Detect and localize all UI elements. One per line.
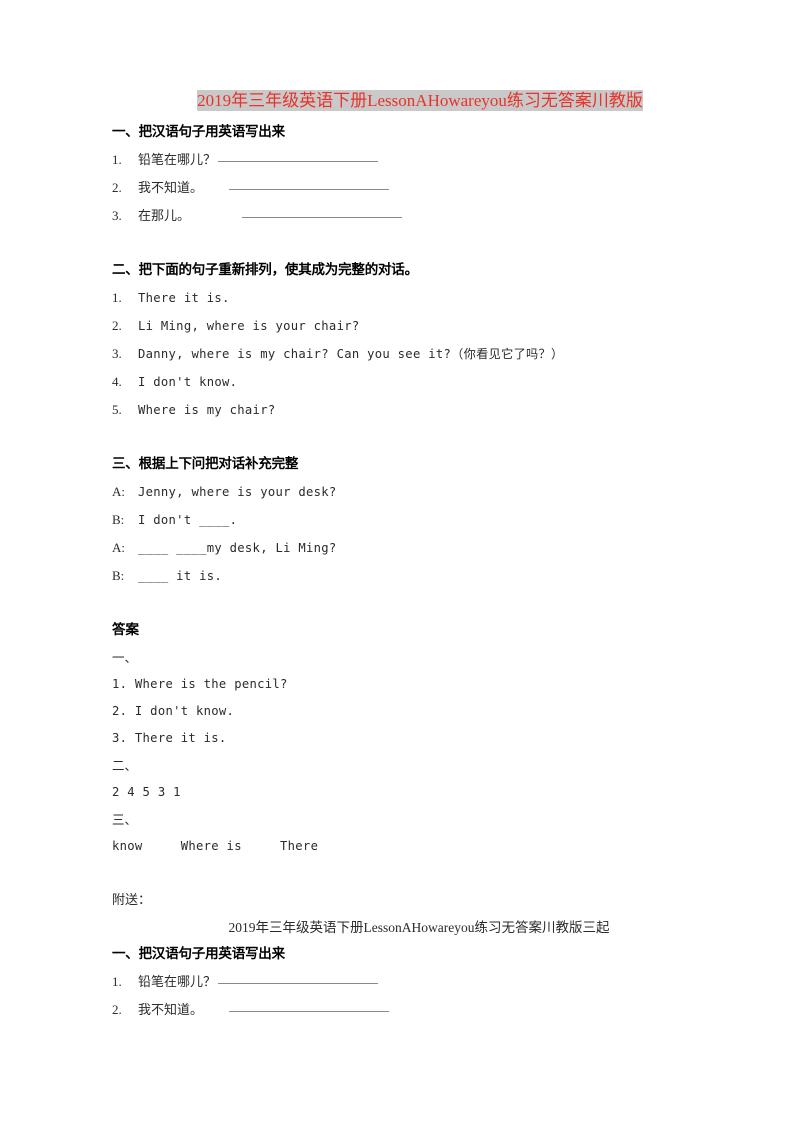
document-page: 2019年三年级英语下册LessonAHowareyou练习无答案川教版 一、把… [0, 0, 800, 1132]
section-3-line-2: B: I don't ____. [112, 506, 712, 534]
answers-group-2-line-1: 2 4 5 3 1 [112, 785, 181, 799]
answers-group-2-label: 二、 [112, 758, 138, 773]
item-number: 3. [112, 346, 122, 361]
item-text: 我不知道。 [138, 181, 204, 196]
appendix-title: 2019年三年级英语下册LessonAHowareyou练习无答案川教版三起 [228, 920, 610, 935]
answers-group-3-label: 三、 [112, 812, 138, 827]
dialogue-speaker: A: [112, 540, 125, 555]
item-text: 铅笔在哪儿？ [138, 153, 217, 168]
section-2-heading: 二、把下面的句子重新排列，使其成为完整的对话。 [112, 262, 418, 278]
section-2-item-4: 4. I don't know. [112, 368, 712, 396]
dialogue-speaker: B: [112, 568, 125, 583]
item-text: 在那儿。 [138, 209, 191, 224]
section-2-item-3: 3. Danny, where is my chair? Can you see … [112, 340, 712, 368]
answers-group-1-line-3: 3. There it is. [112, 731, 227, 745]
item-text: Li Ming, where is your chair? [138, 319, 360, 333]
item-text: I don't know. [138, 375, 238, 389]
answer-blank[interactable] [242, 206, 403, 218]
answers-group-1-line-2: 2. I don't know. [112, 704, 235, 718]
dialogue-speaker: A: [112, 484, 125, 499]
answers-group-1-line-1: 1. Where is the pencil? [112, 677, 288, 691]
page-title-text: 2019年三年级英语下册LessonAHowareyou练习无答案川教版 [197, 90, 643, 111]
dialogue-text: ____ it is. [138, 569, 223, 583]
section-1-heading: 一、把汉语句子用英语写出来 [112, 124, 285, 140]
item-text: 铅笔在哪儿？ [138, 975, 217, 990]
document-content: 2019年三年级英语下册LessonAHowareyou练习无答案川教版 一、把… [112, 88, 712, 1024]
answers-heading: 答案 [112, 622, 139, 638]
answers-group-3-line-1: know Where is There [112, 839, 319, 853]
dialogue-speaker: B: [112, 512, 125, 527]
item-text: 我不知道。 [138, 1003, 204, 1018]
page-title: 2019年三年级英语下册LessonAHowareyou练习无答案川教版 [112, 88, 712, 114]
section-3-line-1: A: Jenny, where is your desk? [112, 478, 712, 506]
section-3-line-4: B: ____ it is. [112, 562, 712, 590]
item-number: 1. [112, 290, 122, 305]
section-3-line-3: A: ____ ____my desk, Li Ming? [112, 534, 712, 562]
item-number: 2. [112, 318, 122, 333]
item-number: 2. [112, 180, 122, 195]
item-number: 3. [112, 208, 122, 223]
section-2-item-2: 2. Li Ming, where is your chair? [112, 312, 712, 340]
answer-blank[interactable] [218, 150, 379, 162]
section-2-item-5: 5. Where is my chair? [112, 396, 712, 424]
section-1-item-1: 1. 铅笔在哪儿？ [112, 146, 712, 174]
section-2-item-1: 1. There it is. [112, 284, 712, 312]
appendix-label: 附送： [112, 893, 152, 908]
section-3-heading: 三、根据上下问把对话补充完整 [112, 456, 299, 472]
dialogue-text: I don't ____. [138, 513, 238, 527]
item-number: 4. [112, 374, 122, 389]
section-1-item-3: 3. 在那儿。 [112, 202, 712, 230]
answer-blank[interactable] [229, 178, 390, 190]
item-text: Where is my chair? [138, 403, 276, 417]
appendix-item-1: 1. 铅笔在哪儿？ [112, 968, 712, 996]
section-1-item-2: 2. 我不知道。 [112, 174, 712, 202]
dialogue-text: Jenny, where is your desk? [138, 485, 337, 499]
item-text: There it is. [138, 291, 230, 305]
dialogue-text: ____ ____my desk, Li Ming? [138, 541, 337, 555]
answer-blank[interactable] [218, 972, 379, 984]
appendix-item-2: 2. 我不知道。 [112, 996, 712, 1024]
appendix-section-heading: 一、把汉语句子用英语写出来 [112, 946, 285, 962]
item-number: 5. [112, 402, 122, 417]
item-number: 1. [112, 152, 122, 167]
item-number: 2. [112, 1002, 122, 1017]
answer-blank[interactable] [229, 1000, 390, 1012]
item-number: 1. [112, 974, 122, 989]
item-text: Danny, where is my chair? Can you see it… [138, 347, 564, 361]
answers-group-1-label: 一、 [112, 650, 138, 665]
